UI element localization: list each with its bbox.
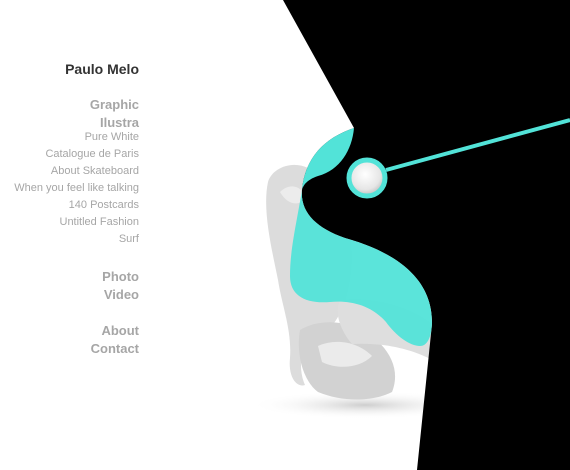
submenu-item-catalogue-de-paris[interactable]: Catalogue de Paris	[14, 146, 139, 163]
orb-ring[interactable]	[346, 157, 388, 199]
submenu-item-surf[interactable]: Surf	[14, 231, 139, 248]
site-title-link[interactable]: Paulo Melo	[65, 61, 139, 77]
nav-about[interactable]: About	[101, 322, 139, 340]
nav-photo[interactable]: Photo	[102, 268, 139, 286]
nav-video[interactable]: Video	[104, 286, 139, 304]
submenu-item-about-skateboard[interactable]: About Skateboard	[14, 163, 139, 180]
nav-graphic[interactable]: Graphic	[90, 96, 139, 114]
submenu-item-140-postcards[interactable]: 140 Postcards	[14, 197, 139, 214]
ilustra-submenu: Pure White Catalogue de Paris About Skat…	[14, 129, 139, 248]
submenu-item-when-you-feel-like-talking[interactable]: When you feel like talking	[14, 180, 139, 197]
nav-contact[interactable]: Contact	[91, 340, 139, 358]
submenu-item-untitled-fashion[interactable]: Untitled Fashion	[14, 214, 140, 231]
page: Paulo Melo Graphic Ilustra Pure White Ca…	[0, 0, 570, 470]
submenu-item-pure-white[interactable]: Pure White	[14, 129, 139, 146]
